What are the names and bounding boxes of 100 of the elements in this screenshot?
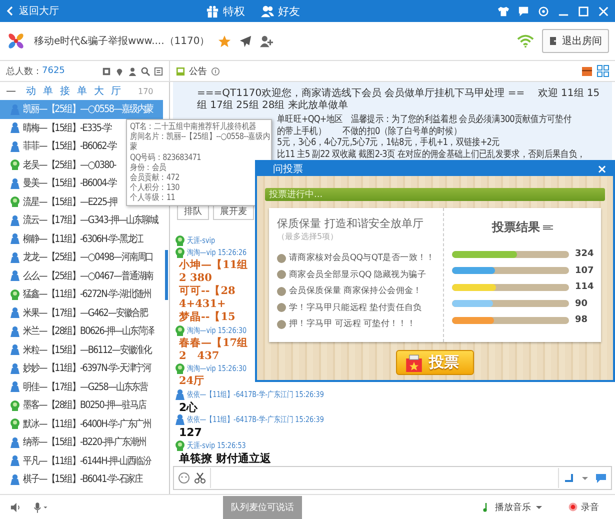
scissors-icon[interactable] xyxy=(194,472,206,484)
user-item[interactable]: 米果—【17组】—G462—安徽合肥 xyxy=(0,304,163,322)
gift-icon xyxy=(405,354,423,372)
user-figure-icon xyxy=(10,233,20,244)
result-count: 114 xyxy=(575,282,593,292)
maximize-icon[interactable] xyxy=(578,6,589,16)
user-item[interactable]: 纳蒂—【15组】-B220-押-广东潮州 xyxy=(0,433,163,452)
user-item[interactable]: 猛鑫—【11组】-6272N-学-湖北随州 xyxy=(0,285,163,304)
info-circle-icon[interactable] xyxy=(211,66,220,76)
card-icon[interactable] xyxy=(102,66,111,76)
room-name: 移动e时代&骗子举报www....（1170） xyxy=(34,34,210,48)
option-radio[interactable] xyxy=(277,303,286,312)
user-item[interactable]: 么么—【25组】—○0467—普通湖南 xyxy=(0,266,163,285)
user-item[interactable]: 墨客—【28组】B0250-押—驻马店 xyxy=(0,396,163,414)
shirt-icon[interactable] xyxy=(498,6,509,16)
option-text[interactable]: 商家会员全部显示QQ 隐藏视为骗子 xyxy=(289,268,426,281)
user-figure-icon xyxy=(10,455,20,466)
microphone-icon[interactable] xyxy=(33,502,49,512)
option-radio[interactable] xyxy=(277,286,286,296)
emoji-icon[interactable] xyxy=(178,472,190,484)
gift-icon xyxy=(206,4,219,18)
search-icon[interactable] xyxy=(141,66,150,76)
result-count: 90 xyxy=(575,298,589,309)
record-icon xyxy=(568,502,578,512)
user-item[interactable]: 龙龙—【25组】—○0498—河南周口 xyxy=(0,248,163,266)
option-radio[interactable] xyxy=(277,270,286,280)
wifi-icon xyxy=(517,34,534,48)
message-sender[interactable]: 淘淘—vip 15:26:30 xyxy=(187,324,247,336)
grid-icon[interactable] xyxy=(597,65,609,77)
collapse-toggle[interactable]: — xyxy=(6,86,16,96)
vip-user-icon xyxy=(175,440,185,451)
airplane-icon[interactable] xyxy=(238,34,252,48)
star-icon[interactable] xyxy=(218,34,231,48)
user-figure-icon xyxy=(10,307,20,318)
total-label: 总人数： xyxy=(6,66,42,78)
option-text[interactable]: 请商家核对会员QQ与QT是否一致！！ xyxy=(289,252,435,264)
exit-icon xyxy=(549,36,559,46)
user-item[interactable]: 柳静—【11组】-6306H-学-黑龙江 xyxy=(0,230,163,248)
back-link[interactable]: 返回大厅 xyxy=(6,4,206,18)
exit-room-button[interactable]: 退出房间 xyxy=(542,29,609,53)
notice-icon[interactable] xyxy=(176,66,185,76)
notice-label[interactable]: 公告 xyxy=(189,64,207,78)
circle-icon[interactable] xyxy=(538,6,549,16)
title-tab[interactable]: 好友 xyxy=(261,4,300,18)
message-text: 24厅 xyxy=(179,375,205,388)
location-icon[interactable] xyxy=(115,66,124,76)
option-text[interactable]: 学！字马甲只能远程 垫付责任自负 xyxy=(289,302,422,314)
list-icon[interactable] xyxy=(154,66,163,76)
bubble-icon[interactable] xyxy=(595,472,607,484)
user-figure-icon xyxy=(10,344,20,356)
music-button[interactable]: 播放音乐 xyxy=(476,500,550,514)
send-icon[interactable] xyxy=(563,472,575,484)
add-user-icon[interactable] xyxy=(260,34,273,48)
message-sender[interactable]: 淘淘—vip 15:26:30 xyxy=(187,363,247,374)
announcement-text: 5元，3心6，4心7元,5心7元，1钻8元，手机+1，双链接+2元 xyxy=(277,137,500,148)
message-text: 单筷撩 财付通立返 xyxy=(179,452,271,464)
title-tab[interactable]: 特权 xyxy=(206,4,245,18)
user-figure-icon xyxy=(10,122,20,134)
message-field[interactable] xyxy=(173,466,612,490)
user-figure-icon xyxy=(10,140,20,152)
user-figure-icon xyxy=(10,252,20,263)
message-sender[interactable]: 依依—【11组】-6417B-学-广东江门 15:26:39 xyxy=(187,414,324,426)
vip-user-icon xyxy=(10,418,20,430)
option-radio[interactable] xyxy=(277,254,286,263)
user-item[interactable]: 米兰—【28组】B0626-押—山东菏泽 xyxy=(0,322,163,340)
option-radio[interactable] xyxy=(277,320,286,329)
chat-icon[interactable] xyxy=(518,6,529,16)
user-item[interactable]: 米粒—【15组】—B6112—安徽淮化 xyxy=(0,340,163,359)
message-sender[interactable]: 淘淘—vip 15:26:26 xyxy=(187,247,247,258)
message-text: 4+431+ xyxy=(179,298,226,311)
user-figure-icon xyxy=(10,326,20,337)
user-item[interactable]: 默冰—【11组】-6400H-学-广东广州 xyxy=(0,414,163,433)
user-figure-icon xyxy=(10,178,20,189)
option-text[interactable]: 押！字马甲 可远程 可垫付！！！ xyxy=(289,318,416,330)
result-count: 324 xyxy=(575,249,593,260)
user-item[interactable]: 明佳—【17组】—G258—山东东营 xyxy=(0,378,163,396)
user-item[interactable]: 流云—【17组】—G343-押—山东聊城 xyxy=(0,211,163,230)
person-icon[interactable] xyxy=(128,66,137,76)
vip-user-icon xyxy=(175,234,185,246)
close-button[interactable]: × xyxy=(596,162,607,176)
record-button[interactable]: 录音 xyxy=(562,500,605,514)
vote-question: 保质保量 打造和谐安全放单厅 xyxy=(277,216,424,231)
message-sender[interactable]: 依依—【11组】-6417B-学-广东江门 15:26:39 xyxy=(187,388,324,400)
option-text[interactable]: 会员保质保量 商家保持公会佣金！ xyxy=(289,285,422,298)
message-sender[interactable]: 天涯-svip 15:26:53 xyxy=(187,440,246,451)
speaker-icon[interactable] xyxy=(10,502,21,512)
message-sender[interactable]: 天涯-svip xyxy=(187,234,216,246)
user-item[interactable]: 平凡—【11组】-6144H-押-山西临汾 xyxy=(0,452,163,470)
close-icon[interactable] xyxy=(598,6,609,16)
announcement-text: 单旺旺+QQ+地区 温馨提示：为了您的利益着想 会员必须满300贡献值方可垫付 xyxy=(277,114,572,126)
chest-icon[interactable] xyxy=(581,65,593,77)
user-figure-icon xyxy=(10,381,20,392)
people-icon xyxy=(261,4,274,18)
scrollbar-thumb[interactable] xyxy=(165,250,168,300)
vip-user-icon xyxy=(10,196,20,208)
user-item[interactable]: 妙妙—【11组】-6397N-学-天津宁河 xyxy=(0,359,163,378)
tooltip-text: 身份：会员 xyxy=(130,162,167,173)
vip-user-icon xyxy=(10,159,20,170)
user-item[interactable]: 棋子—【15组】-B6041-学-石家庄 xyxy=(0,470,163,488)
hall-count: 170 xyxy=(138,86,154,96)
